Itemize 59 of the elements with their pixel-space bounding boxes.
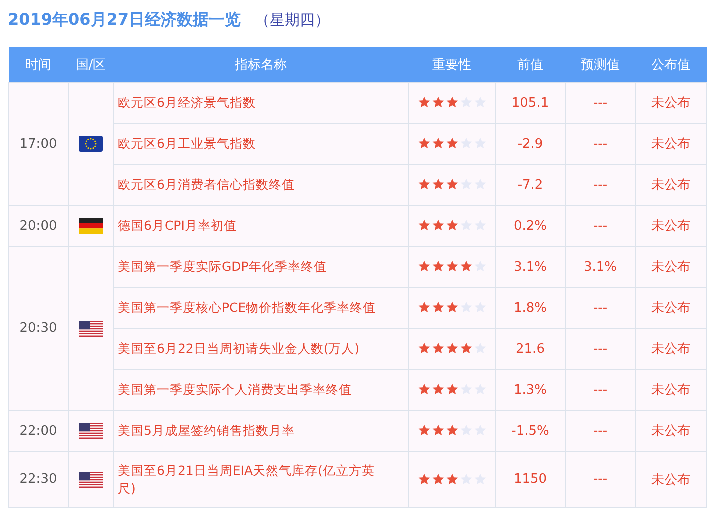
indicator-name: 美国第一季度实际个人消费支出季率终值 [114,370,408,410]
previous-value: 105.1 [496,82,566,124]
actual-value: 未公布 [636,452,706,508]
actual-value: 未公布 [636,82,706,124]
us-flag-icon [79,472,103,488]
forecast-value: --- [566,328,636,370]
forecast-value: --- [566,124,636,164]
actual-value: 未公布 [636,246,706,288]
column-header: 预测值 [566,47,636,82]
weekday-label: （星期四） [255,10,330,30]
time-cell: 20:30 [8,246,68,410]
previous-value: 1150 [496,452,566,508]
column-header: 公布值 [636,47,706,82]
indicator-name: 美国第一季度核心PCE物价指数年化季率终值 [114,288,408,328]
previous-value: 1.8% [496,288,566,328]
indicator-name: 欧元区6月工业景气指数 [114,124,408,164]
forecast-value: --- [566,370,636,410]
indicator-name: 美国至6月22日当周初请失业金人数(万人) [114,328,408,370]
previous-value: -2.9 [496,124,566,164]
forecast-value: --- [566,164,636,206]
column-header: 国/区 [68,47,114,82]
actual-value: 未公布 [636,124,706,164]
actual-value: 未公布 [636,164,706,206]
indicator-name: 美国5月成屋签约销售指数月率 [114,410,408,452]
column-header: 前值 [496,47,566,82]
forecast-value: --- [566,206,636,246]
previous-value: -1.5% [496,410,566,452]
previous-value: 1.3% [496,370,566,410]
previous-value: 21.6 [496,328,566,370]
column-header: 时间 [8,47,68,82]
previous-value: 0.2% [496,206,566,246]
indicator-name: 美国至6月21日当周EIA天然气库存(亿立方英尺) [114,452,408,508]
actual-value: 未公布 [636,410,706,452]
previous-value: -7.2 [496,164,566,206]
time-cell: 20:00 [8,206,68,246]
actual-value: 未公布 [636,206,706,246]
germany-flag-icon [79,218,103,234]
forecast-value: --- [566,410,636,452]
time-cell: 17:00 [8,82,68,206]
forecast-value: --- [566,82,636,124]
forecast-value: 3.1% [566,246,636,288]
indicator-name: 美国第一季度实际GDP年化季率终值 [114,246,408,288]
previous-value: 3.1% [496,246,566,288]
eu-flag-icon [79,136,103,152]
actual-value: 未公布 [636,370,706,410]
column-header: 指标名称 [114,47,408,82]
time-cell: 22:30 [8,452,68,508]
column-header: 重要性 [408,47,496,82]
time-cell: 22:00 [8,410,68,452]
us-flag-icon [79,320,103,336]
forecast-value: --- [566,288,636,328]
us-flag-icon [79,423,103,439]
page-title: 2019年06月27日经济数据一览 [8,10,242,30]
actual-value: 未公布 [636,288,706,328]
indicator-name: 欧元区6月经济景气指数 [114,82,408,124]
actual-value: 未公布 [636,328,706,370]
indicator-name: 德国6月CPI月率初值 [114,206,408,246]
indicator-name: 欧元区6月消费者信心指数终值 [114,164,408,206]
forecast-value: --- [566,452,636,508]
